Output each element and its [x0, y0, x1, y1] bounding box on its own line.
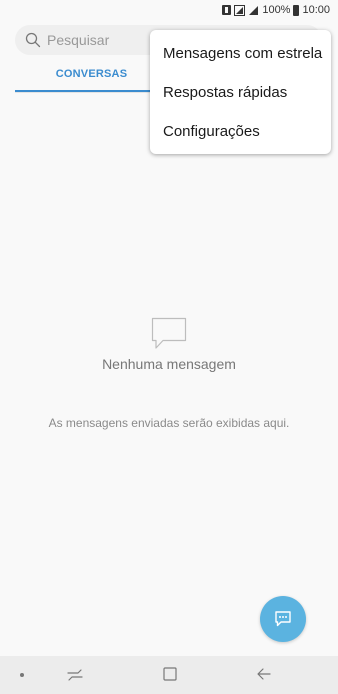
- status-icons: 100% 10:00: [222, 3, 330, 17]
- mobile-data-icon: [234, 4, 246, 16]
- recents-icon[interactable]: [66, 666, 84, 684]
- compose-message-button[interactable]: [260, 596, 306, 642]
- search-placeholder: Pesquisar: [47, 32, 110, 48]
- battery-icon: [293, 4, 300, 16]
- battery-percentage: 100%: [262, 4, 291, 16]
- tab-conversas[interactable]: CONVERSAS: [15, 68, 168, 90]
- clock: 10:00: [302, 4, 330, 16]
- menu-item-settings[interactable]: Configurações: [150, 112, 331, 151]
- empty-state-subtitle: As mensagens enviadas serão exibidas aqu…: [48, 416, 290, 430]
- nav-indicator-dot: [20, 673, 24, 677]
- sim-card-icon: [222, 5, 232, 15]
- navigation-bar: [0, 656, 338, 694]
- search-icon: [25, 32, 41, 48]
- messages-screen: 100% 10:00 Pesquisar CONVERSAS Nenhuma m…: [0, 0, 338, 694]
- empty-state-title: Nenhuma mensagem: [102, 356, 236, 372]
- home-icon[interactable]: [162, 666, 178, 682]
- signal-icon: [249, 5, 259, 15]
- compose-message-icon: [275, 611, 291, 627]
- menu-item-starred-messages[interactable]: Mensagens com estrela: [150, 34, 331, 73]
- speech-bubble-icon: [151, 317, 187, 349]
- menu-item-quick-responses[interactable]: Respostas rápidas: [150, 73, 331, 112]
- overflow-menu: Mensagens com estrela Respostas rápidas …: [150, 30, 331, 154]
- back-icon[interactable]: [256, 666, 272, 682]
- status-bar: 100% 10:00: [0, 0, 338, 20]
